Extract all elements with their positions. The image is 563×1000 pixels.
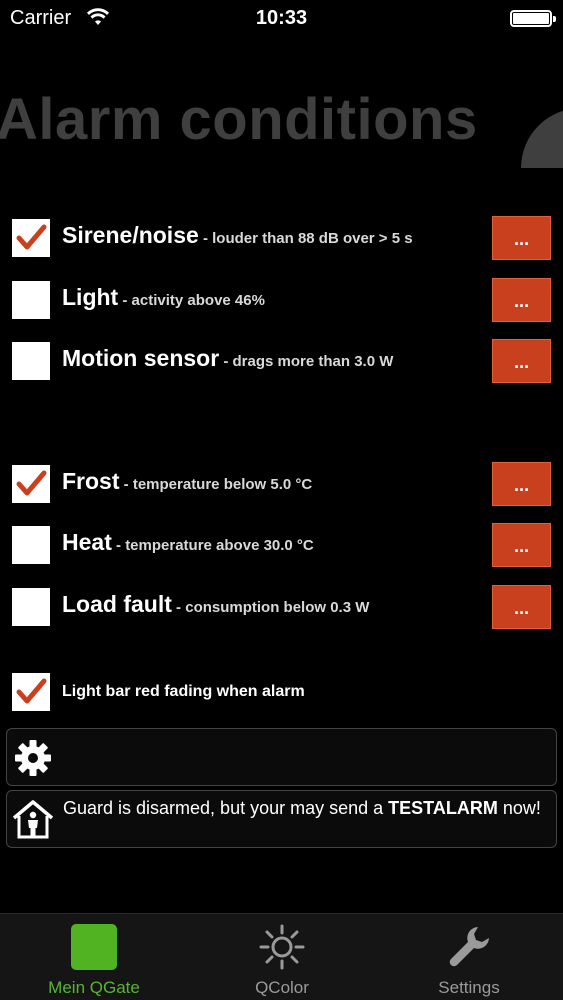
alarm-text: Sirene/noise - louder than 88 dB over > … [62,222,413,249]
alarm-row-heat: Heat - temperature above 30.0 °C ... [0,523,563,569]
light-options-button[interactable]: ... [492,278,551,322]
house-person-icon [12,800,54,839]
alarm-description: - consumption below 0.3 W [171,599,370,616]
alarm-row-motion: Motion sensor - drags more than 3.0 W ..… [0,339,563,385]
light-checkbox[interactable] [12,281,50,319]
alarm-text: Motion sensor - drags more than 3.0 W [62,345,393,372]
status-time: 10:33 [255,7,308,29]
sirene-options-button[interactable]: ... [492,216,551,260]
load-fault-checkbox[interactable] [12,588,50,626]
sirene-checkbox[interactable] [12,219,50,257]
alarm-title: Light [62,284,119,310]
fading-label: Light bar red fading when alarm [62,683,305,700]
fading-row: Light bar red fading when alarm [0,670,563,714]
alarm-description: - temperature above 30.0 °C [111,537,314,554]
tab-qcolor[interactable]: QColor [188,914,376,1000]
frost-options-button[interactable]: ... [492,462,551,506]
alarm-title: Load fault [62,591,172,617]
tab-label: QColor [255,978,309,997]
gear-icon [15,740,51,776]
page-title: Alarm conditions [0,87,478,152]
guard-status-text: Guard is disarmed, but your may send a T… [63,797,551,820]
tab-label: Mein QGate [48,978,140,997]
motion-options-button[interactable]: ... [492,339,551,383]
tab-mein-qgate[interactable]: Mein QGate [0,914,188,1000]
alarm-title: Heat [62,529,112,555]
motion-checkbox[interactable] [12,342,50,380]
guard-text-after: now! [497,798,541,818]
alarm-text: Light - activity above 46% [62,284,265,311]
alarm-row-load-fault: Load fault - consumption below 0.3 W ... [0,585,563,631]
alarm-description: - activity above 46% [118,292,265,309]
alarm-title: Sirene/noise [62,222,199,248]
checkmark-icon [16,470,47,496]
alarm-text: Heat - temperature above 30.0 °C [62,529,314,556]
sun-icon [259,924,305,970]
alarm-description: - temperature below 5.0 °C [119,476,313,493]
wrench-icon [449,927,489,967]
testalarm-label: TESTALARM [388,798,498,818]
status-bar: Carrier 10:33 [0,0,563,38]
fading-checkbox[interactable] [12,673,50,711]
battery-icon [510,10,556,27]
tab-bar: Mein QGate QColor Settings [0,913,563,1000]
green-square-icon [71,924,117,970]
alarm-title: Frost [62,468,120,494]
alarm-row-light: Light - activity above 46% ... [0,278,563,324]
checkmark-icon [16,678,47,704]
checkmark-icon [16,224,47,250]
guard-text-before: Guard is disarmed, but your may send a [63,798,389,818]
heat-options-button[interactable]: ... [492,523,551,567]
tab-settings[interactable]: Settings [375,914,563,1000]
alarm-text: Load fault - consumption below 0.3 W [62,591,369,618]
alarm-text: Frost - temperature below 5.0 °C [62,468,312,495]
alarm-title: Motion sensor [62,345,220,371]
settings-panel[interactable] [6,728,557,786]
load-fault-options-button[interactable]: ... [492,585,551,629]
guard-status-panel[interactable]: Guard is disarmed, but your may send a T… [6,790,557,848]
frost-checkbox[interactable] [12,465,50,503]
alarm-row-sirene: Sirene/noise - louder than 88 dB over > … [0,216,563,262]
alarm-description: - louder than 88 dB over > 5 s [198,230,413,247]
alarm-row-frost: Frost - temperature below 5.0 °C ... [0,462,563,508]
corner-decoration [521,108,563,168]
alarm-description: - drags more than 3.0 W [219,353,394,370]
tab-label: Settings [438,978,500,997]
heat-checkbox[interactable] [12,526,50,564]
